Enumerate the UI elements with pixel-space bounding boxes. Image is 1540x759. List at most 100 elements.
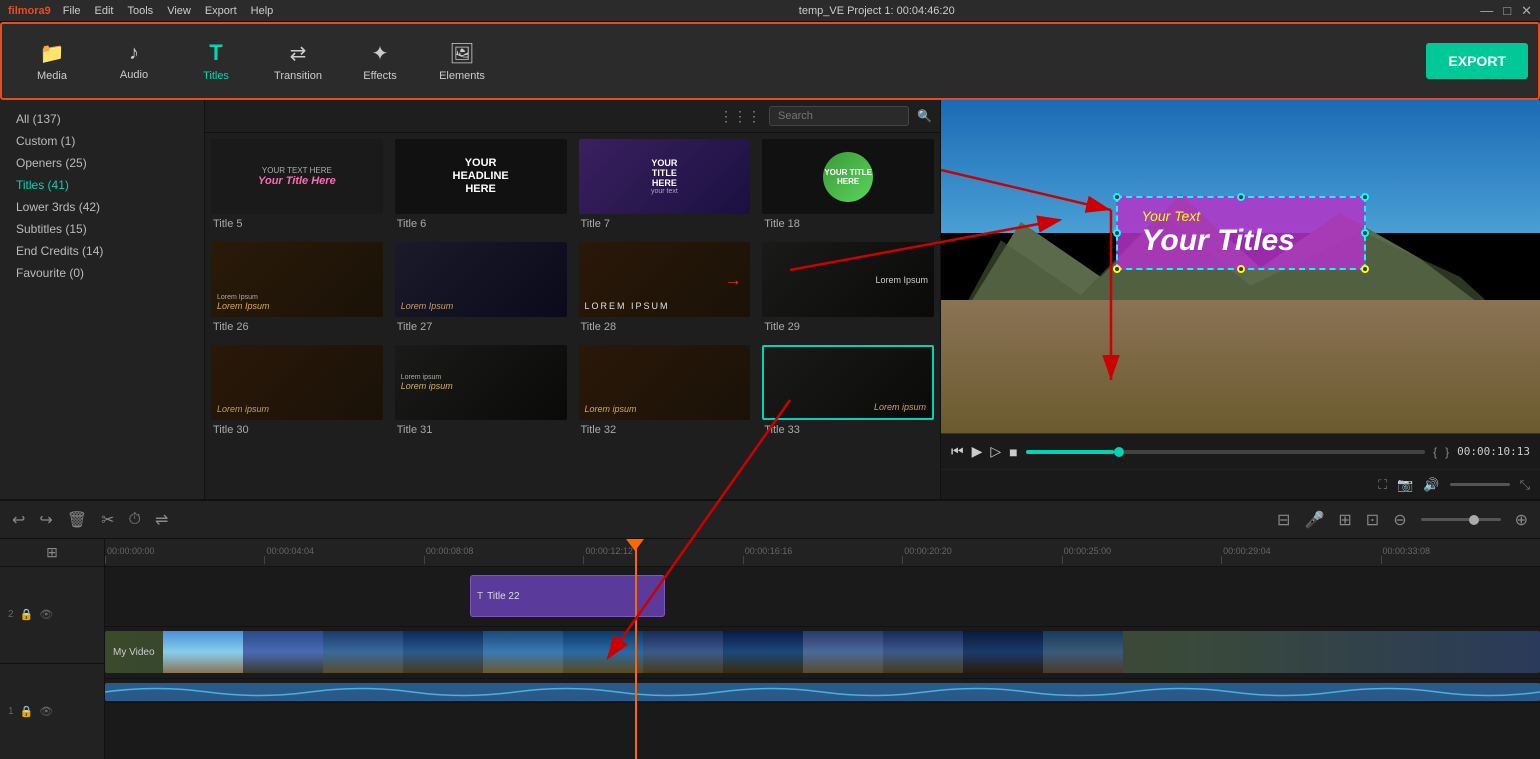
layer-2-eye[interactable]: 👁 bbox=[39, 608, 53, 621]
title-item-7[interactable]: YOUR TITLE HERE your text Title 7 bbox=[573, 133, 757, 236]
sidebar-item-all[interactable]: All (137) bbox=[0, 108, 204, 130]
title-item-5[interactable]: YOUR TEXT HERE Your Title Here Title 5 bbox=[205, 133, 389, 236]
elements-icon: 🖼 bbox=[449, 41, 474, 66]
ruler-marks: 00:00:00:00 00:00:04:04 00:00:08:08 00:0… bbox=[105, 539, 1540, 566]
title-item-6[interactable]: YOURHEADLINEHERE Title 6 bbox=[389, 133, 573, 236]
toolbar-titles[interactable]: T Titles bbox=[176, 28, 256, 94]
menu-export[interactable]: Export bbox=[205, 5, 237, 17]
title-18-label: Title 18 bbox=[762, 218, 934, 230]
grid-view-icon[interactable]: ⋮⋮⋮ bbox=[719, 108, 761, 125]
layer-1-eye[interactable]: 👁 bbox=[39, 705, 53, 718]
sidebar-item-titles[interactable]: Titles (41) bbox=[0, 174, 204, 196]
field-bg bbox=[941, 300, 1540, 433]
volume-slider[interactable] bbox=[1450, 483, 1510, 486]
maximize-icon[interactable]: □ bbox=[1503, 3, 1511, 19]
toolbar-media[interactable]: 📁 Media bbox=[12, 28, 92, 94]
zoom-slider[interactable] bbox=[1421, 518, 1501, 521]
plus-button[interactable]: ⊕ bbox=[1515, 510, 1528, 530]
marker-button[interactable]: ⊟ bbox=[1277, 510, 1290, 530]
mic-button[interactable]: 🎤 bbox=[1304, 510, 1324, 530]
layer-1-lock[interactable]: 🔒 bbox=[20, 705, 34, 718]
bracket-left[interactable]: { bbox=[1433, 445, 1437, 459]
play-button[interactable]: ▶ bbox=[972, 443, 983, 460]
redo-button[interactable]: ↪ bbox=[39, 510, 52, 530]
title-26-label: Title 26 bbox=[211, 321, 383, 333]
ruler-mark-7: 00:00:29:04 bbox=[1221, 546, 1380, 564]
title-item-26[interactable]: Lorem Ipsum Lorem Ipsum Title 26 bbox=[205, 236, 389, 339]
skip-back-button[interactable]: ⏮ bbox=[951, 443, 964, 460]
title-thumb-5: YOUR TEXT HERE Your Title Here bbox=[211, 139, 383, 214]
title-item-33[interactable]: Lorem ipsum Title 33 bbox=[756, 339, 940, 442]
title-item-18[interactable]: YOUR TITLEHERE Title 18 bbox=[756, 133, 940, 236]
stop-button[interactable]: ■ bbox=[1009, 444, 1017, 460]
transition-icon: ⇄ bbox=[290, 41, 307, 66]
toolbar-elements[interactable]: 🖼 Elements bbox=[422, 28, 502, 94]
progress-dot bbox=[1114, 447, 1124, 457]
title-thumb-29: Lorem Ipsum bbox=[762, 242, 934, 317]
add-track-icon[interactable]: ⊞ bbox=[46, 544, 58, 561]
sidebar-item-lower3rds[interactable]: Lower 3rds (42) bbox=[0, 196, 204, 218]
toolbar-transition[interactable]: ⇄ Transition bbox=[258, 28, 338, 94]
title-31-label: Title 31 bbox=[395, 424, 567, 436]
export-button[interactable]: EXPORT bbox=[1426, 43, 1528, 79]
title-item-28[interactable]: LOREM IPSUM → Title 28 bbox=[573, 236, 757, 339]
project-title: temp_VE Project 1: 00:04:46:20 bbox=[799, 5, 955, 17]
ruler-mark-8: 00:00:33:08 bbox=[1381, 546, 1540, 564]
title-6-label: Title 6 bbox=[395, 218, 567, 230]
main-area: All (137) Custom (1) Openers (25) Titles… bbox=[0, 100, 1540, 499]
title-item-31[interactable]: Lorem ipsum Lorem ipsum Title 31 bbox=[389, 339, 573, 442]
title-item-27[interactable]: Lorem Ipsum Title 27 bbox=[389, 236, 573, 339]
sidebar-item-custom[interactable]: Custom (1) bbox=[0, 130, 204, 152]
zoom-handle bbox=[1469, 515, 1479, 525]
menu-edit[interactable]: Edit bbox=[95, 5, 114, 17]
search-input[interactable] bbox=[769, 106, 909, 126]
playhead-marker bbox=[626, 539, 644, 551]
title-thumb-18: YOUR TITLEHERE bbox=[762, 139, 934, 214]
close-icon[interactable]: ✕ bbox=[1521, 3, 1532, 19]
screenshot-icon[interactable]: 📷 bbox=[1397, 477, 1413, 493]
minimize-icon[interactable]: — bbox=[1480, 3, 1493, 19]
overlay-button[interactable]: ⊡ bbox=[1366, 510, 1379, 530]
video-strip[interactable]: My Video bbox=[105, 631, 1540, 673]
sidebar-item-favourite[interactable]: Favourite (0) bbox=[0, 262, 204, 284]
undo-button[interactable]: ↩ bbox=[12, 510, 25, 530]
title-item-32[interactable]: Lorem ipsum Title 32 bbox=[573, 339, 757, 442]
effects-icon: ✦ bbox=[372, 41, 389, 66]
title-27-label: Title 27 bbox=[395, 321, 567, 333]
toolbar-audio[interactable]: ♪ Audio bbox=[94, 28, 174, 94]
sidebar-item-endcredits[interactable]: End Credits (14) bbox=[0, 240, 204, 262]
title-29-label: Title 29 bbox=[762, 321, 934, 333]
sidebar-item-subtitles[interactable]: Subtitles (15) bbox=[0, 218, 204, 240]
cut-button[interactable]: ✂ bbox=[101, 510, 114, 530]
adjust-button[interactable]: ⇌ bbox=[155, 510, 168, 530]
bracket-right[interactable]: } bbox=[1445, 445, 1449, 459]
delete-button[interactable]: 🗑 bbox=[67, 510, 87, 530]
minus-button[interactable]: ⊖ bbox=[1393, 510, 1406, 530]
audio-strip[interactable] bbox=[105, 683, 1540, 701]
title-item-30[interactable]: Lorem ipsum Title 30 bbox=[205, 339, 389, 442]
preview-controls: ⏮ ▶ ▷ ■ { } 00:00:10:13 bbox=[941, 433, 1540, 469]
toolbar-effects[interactable]: ✦ Effects bbox=[340, 28, 420, 94]
menu-help[interactable]: Help bbox=[251, 5, 274, 17]
menu-view[interactable]: View bbox=[167, 5, 191, 17]
title-item-29[interactable]: Lorem Ipsum Title 29 bbox=[756, 236, 940, 339]
voiceover-button[interactable]: ⊞ bbox=[1338, 510, 1351, 530]
menu-tools[interactable]: Tools bbox=[128, 5, 154, 17]
layer-2-lock[interactable]: 🔒 bbox=[20, 608, 34, 621]
search-icon[interactable]: 🔍 bbox=[917, 109, 932, 123]
video-strip-label: My Video bbox=[105, 647, 155, 658]
title-clip-label: Title 22 bbox=[487, 591, 519, 602]
menu-bar: File Edit Tools View Export Help bbox=[63, 5, 273, 17]
progress-bar[interactable] bbox=[1026, 450, 1425, 454]
layer-1-num: 1 bbox=[8, 706, 14, 717]
sidebar-item-openers[interactable]: Openers (25) bbox=[0, 152, 204, 174]
maximize2-icon[interactable]: ⤡ bbox=[1520, 477, 1530, 493]
track-label-1: 1 🔒 👁 bbox=[0, 664, 104, 759]
fullscreen-icon[interactable]: ⛶ bbox=[1378, 477, 1387, 493]
menu-file[interactable]: File bbox=[63, 5, 81, 17]
clock-button[interactable]: ⏱ bbox=[129, 510, 141, 530]
title-thumb-7: YOUR TITLE HERE your text bbox=[579, 139, 751, 214]
volume-icon[interactable]: 🔊 bbox=[1423, 477, 1439, 493]
play-alt-button[interactable]: ▷ bbox=[990, 443, 1001, 460]
timeline-tools-right: ⊟ 🎤 ⊞ ⊡ ⊖ ⊕ bbox=[1277, 510, 1528, 530]
